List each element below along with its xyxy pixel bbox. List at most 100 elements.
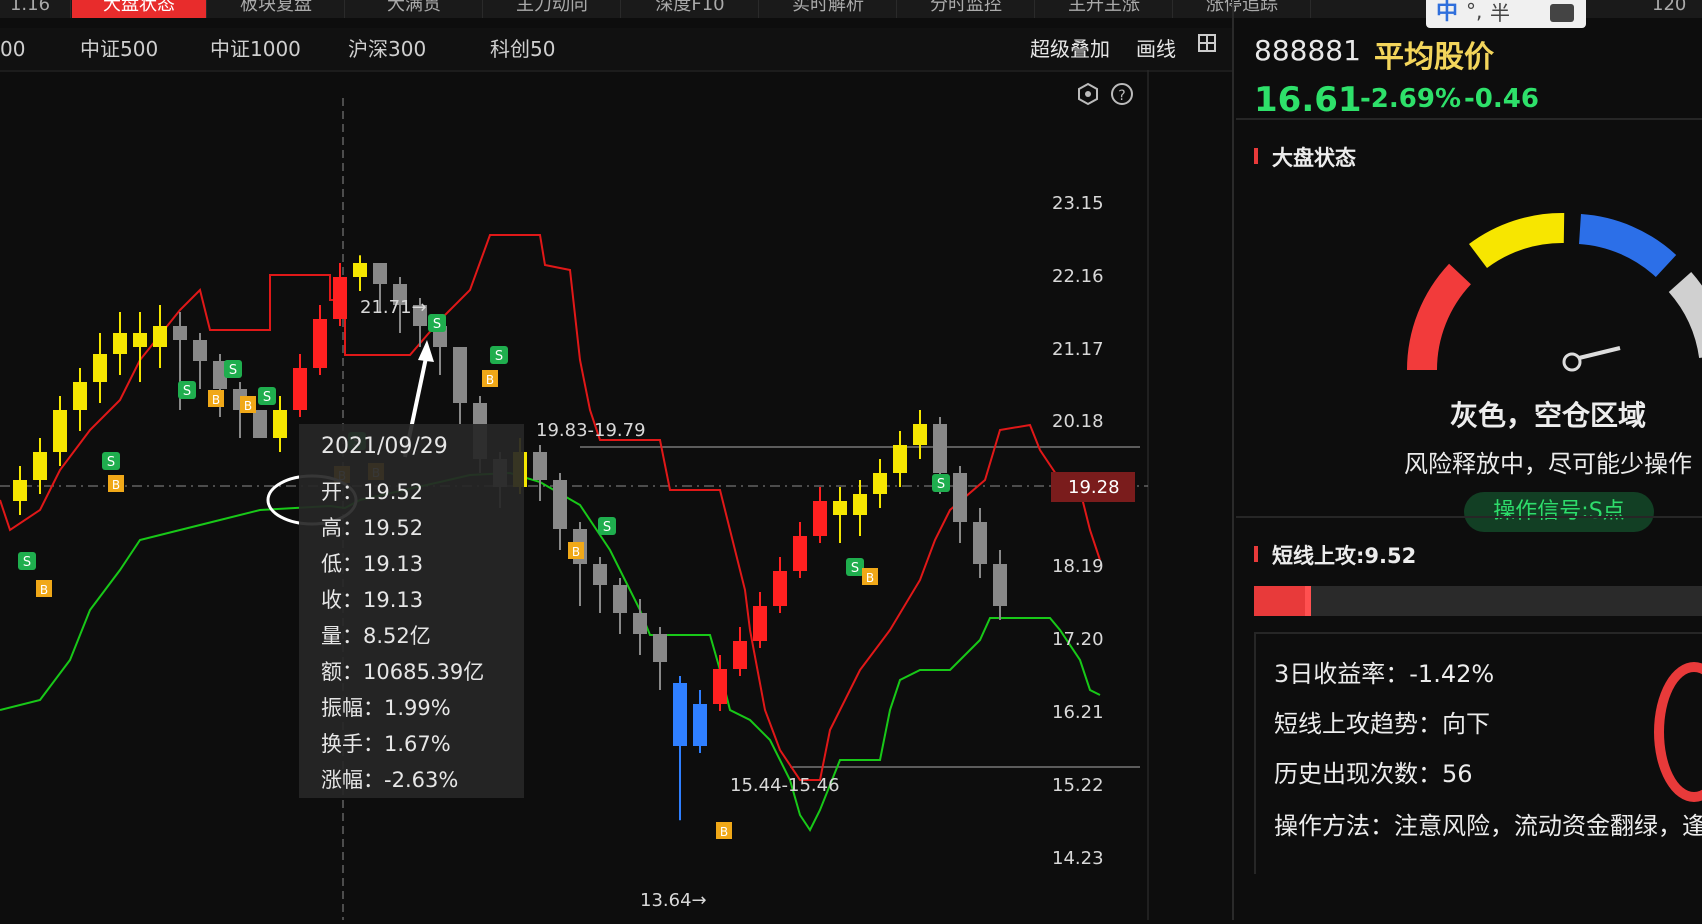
- tab-f10[interactable]: 深度F10: [622, 0, 759, 18]
- tab-limit-up[interactable]: 涨停追踪: [1174, 0, 1311, 18]
- candle-body: [33, 452, 47, 480]
- index-item-star50[interactable]: 科创50: [490, 28, 555, 70]
- svg-text:B: B: [720, 825, 728, 839]
- y-tick-label: 17.20: [1052, 629, 1104, 650]
- y-tick-label: 22.16: [1052, 266, 1104, 287]
- sell-signal-icon: S: [490, 346, 508, 364]
- tooltip-close: 收：19.13: [321, 588, 424, 612]
- candle-body: [753, 606, 767, 641]
- skin-icon[interactable]: [1550, 4, 1574, 22]
- candle-body: [953, 473, 967, 522]
- ohlc-tooltip: 2021/09/29 开：19.52 高：19.52 低：19.13 收：19.…: [299, 424, 524, 798]
- right-panel: 888881 平均股价 16.61 -2.69% -0.46 大盘状态 灰色，空…: [1236, 28, 1702, 920]
- candle-body: [793, 536, 807, 571]
- ime-mode[interactable]: 中: [1436, 0, 1458, 26]
- svg-text:S: S: [183, 384, 191, 399]
- chart-settings-icon[interactable]: [1078, 82, 1098, 106]
- market-state-title: 大盘状态: [1272, 146, 1356, 170]
- candle-body: [73, 382, 87, 410]
- stat-method: 操作方法：注意风险，流动资金翻绿，逢: [1274, 812, 1702, 840]
- tooltip-turnover: 换手：1.67%: [321, 732, 451, 756]
- index-item-csi300[interactable]: 沪深300: [348, 28, 426, 70]
- tab-market-state[interactable]: 大盘状态: [72, 0, 207, 18]
- buy-signal-icon: B: [568, 542, 584, 559]
- ime-punct[interactable]: °,: [1466, 0, 1482, 24]
- stat-occurrences: 历史出现次数：56: [1274, 760, 1473, 788]
- y-tick-label: 14.23: [1052, 848, 1104, 869]
- tooltip-volume: 量：8.52亿: [321, 624, 431, 648]
- low-marker-label: 13.64→: [640, 890, 707, 911]
- index-item-csi500[interactable]: 中证500: [80, 28, 158, 70]
- candle-body: [613, 585, 627, 613]
- tooltip-amount: 额：10685.39亿: [321, 660, 485, 684]
- y-tick-label: 15.22: [1052, 775, 1104, 796]
- section-marker: [1254, 148, 1258, 164]
- chart-help-icon[interactable]: ?: [1111, 83, 1133, 105]
- candle-body: [693, 704, 707, 746]
- tab-main-rise[interactable]: 主升主涨: [1036, 0, 1173, 18]
- candle-body: [253, 410, 267, 438]
- tab-minute-monitor[interactable]: 分时监控: [898, 0, 1035, 18]
- buy-signal-icon: B: [482, 370, 498, 387]
- layout-grid-icon[interactable]: [1198, 34, 1216, 52]
- kline-chart[interactable]: ? S B S B S S B B S S B B S S B S B B S …: [0, 70, 1232, 920]
- short-attack-bar-cap: [1305, 586, 1311, 616]
- svg-text:S: S: [229, 363, 237, 378]
- svg-text:B: B: [244, 399, 252, 413]
- candle-body: [13, 480, 27, 501]
- index-bar: 00 中证500 中证1000 沪深300 科创50 超级叠加 画线: [0, 28, 1232, 70]
- stock-name: 平均股价: [1374, 40, 1494, 75]
- market-state-desc: 风险释放中，尽可能少操作: [1404, 450, 1692, 478]
- draw-line-button[interactable]: 画线: [1136, 28, 1176, 70]
- candle-body: [313, 319, 327, 368]
- section-marker: [1254, 546, 1258, 562]
- gauge-needle: [1578, 346, 1621, 360]
- crosshair-price-label: 19.28: [1068, 477, 1120, 498]
- tooltip-date: 2021/09/29: [321, 434, 448, 459]
- svg-text:B: B: [212, 393, 220, 407]
- tooltip-amplitude: 振幅：1.99%: [321, 696, 451, 720]
- ime-width[interactable]: 半: [1490, 0, 1510, 26]
- y-tick-label: 21.17: [1052, 339, 1104, 360]
- y-tick-label: 18.19: [1052, 556, 1104, 577]
- gauge-yellow-segment: [1469, 213, 1565, 269]
- buy-signal-icon: B: [108, 475, 124, 492]
- candle-body: [833, 501, 847, 515]
- sell-signal-icon: S: [102, 452, 120, 470]
- buy-signal-icon: B: [36, 580, 52, 597]
- svg-text:S: S: [495, 349, 503, 364]
- tooltip-high: 高：19.52: [321, 516, 424, 540]
- stat-trend: 短线上攻趋势：向下: [1274, 710, 1490, 738]
- ime-toolbar[interactable]: 中 °, 半: [1426, 0, 1586, 28]
- svg-text:S: S: [433, 317, 441, 332]
- tab-main-force[interactable]: 主力动向: [484, 0, 621, 18]
- gauge-pivot: [1562, 352, 1582, 372]
- candle-body: [853, 494, 867, 515]
- candle-body: [973, 522, 987, 564]
- tab-grand-slam[interactable]: 大满贯: [346, 0, 483, 18]
- lower-band-line: [0, 471, 1101, 832]
- tab-sector-review[interactable]: 板块复盘: [208, 0, 345, 18]
- operation-signal-badge[interactable]: 操作信号:S点: [1464, 492, 1654, 532]
- candle-body: [733, 641, 747, 669]
- svg-text:S: S: [107, 455, 115, 470]
- candle-body: [333, 277, 347, 319]
- index-item-0[interactable]: 00: [0, 28, 25, 70]
- tab-realtime[interactable]: 实时解析: [760, 0, 897, 18]
- svg-text:S: S: [603, 520, 611, 535]
- divider: [1236, 118, 1702, 120]
- index-item-csi1000[interactable]: 中证1000: [210, 28, 301, 70]
- short-attack-title: 短线上攻:9.52: [1272, 544, 1417, 568]
- svg-text:B: B: [112, 478, 120, 492]
- tab-1[interactable]: 1.16: [0, 0, 71, 18]
- candle-body: [873, 473, 887, 494]
- candle-body: [93, 354, 107, 382]
- resistance-label: 19.83-19.79: [536, 420, 646, 441]
- super-overlay-button[interactable]: 超级叠加: [1030, 28, 1110, 70]
- svg-text:B: B: [572, 545, 580, 559]
- support-label: 15.44-15.46: [730, 775, 840, 796]
- candle-body: [53, 410, 67, 452]
- gauge-blue-segment: [1578, 214, 1677, 278]
- candle-body: [373, 263, 387, 284]
- tooltip-low: 低：19.13: [321, 552, 424, 576]
